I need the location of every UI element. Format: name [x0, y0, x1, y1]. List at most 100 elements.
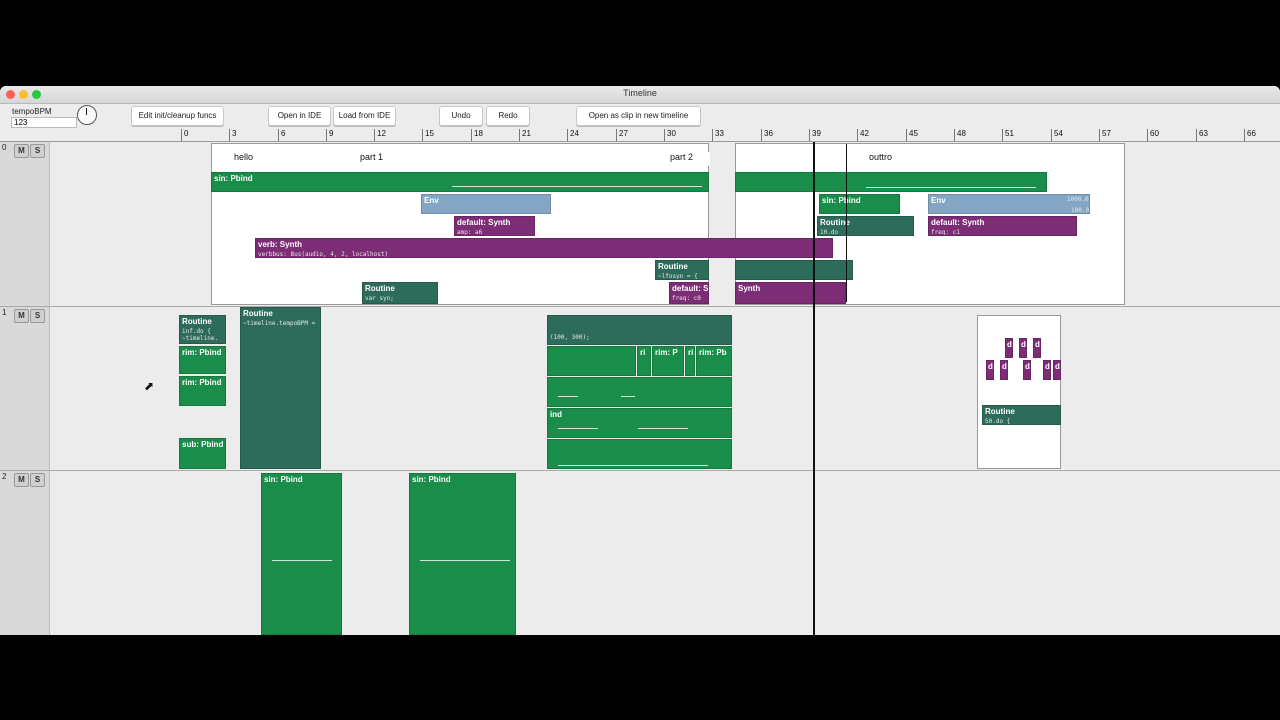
playhead[interactable]: [813, 142, 815, 635]
solo-button[interactable]: S: [30, 144, 45, 158]
sub-pbind-clip[interactable]: sub: Pbind: [179, 438, 226, 469]
clip-label: d: [1002, 362, 1007, 371]
event-line: [558, 465, 708, 466]
routine-clip[interactable]: (100, 300);: [547, 315, 732, 345]
clip-label: d: [1007, 340, 1012, 349]
routine-clip[interactable]: [735, 260, 853, 280]
clip-code: (100, 300);: [550, 334, 590, 341]
track-number: 1: [2, 308, 7, 317]
clip-code: 50.do {: [985, 418, 1011, 425]
default-synth-clip[interactable]: default: S freq: c0: [669, 282, 709, 304]
tempo-input[interactable]: 123: [11, 117, 77, 128]
rim-pbind-clip[interactable]: rim: Pbind: [179, 376, 226, 406]
clip-code: var syn;: [365, 295, 394, 302]
rim-pbind-clip[interactable]: ri: [637, 346, 651, 376]
env-clip[interactable]: Env: [421, 194, 551, 214]
section-marker-part2[interactable]: part 2: [667, 152, 710, 166]
rim-pbind-clip[interactable]: ri: [685, 346, 695, 376]
note-clip[interactable]: d: [1043, 360, 1051, 380]
note-clip[interactable]: d: [1033, 338, 1041, 358]
clip-label: Env: [931, 196, 946, 205]
default-synth-clip[interactable]: default: Synth amp: a6: [454, 216, 535, 236]
ruler-tick: 21: [519, 129, 531, 141]
time-ruler[interactable]: 0 3 6 9 12 15 18 21 24 27 30 33 36 39 42…: [0, 129, 1280, 142]
event-line: [272, 560, 332, 561]
ruler-tick: 27: [616, 129, 628, 141]
rim-pbind-clip[interactable]: rim: Pbind: [179, 346, 226, 374]
routine-clip[interactable]: Routine 10.do: [817, 216, 914, 236]
rim-pbind-clip[interactable]: rim: P: [652, 346, 684, 376]
clip-code: ~timeline.: [182, 335, 219, 342]
routine-clip[interactable]: Routine var syn;: [362, 282, 438, 304]
solo-button[interactable]: S: [30, 473, 45, 487]
default-synth-clip[interactable]: default: Synth freq: c1: [928, 216, 1077, 236]
nested-playhead: [846, 144, 847, 302]
routine-clip[interactable]: Routine inf.do { ~timeline.: [179, 315, 226, 344]
pbind-clip[interactable]: [547, 439, 732, 469]
sin-pbind-clip[interactable]: sin: Pbind: [819, 194, 900, 214]
redo-button[interactable]: Redo: [486, 106, 530, 126]
ruler-tick: 63: [1196, 129, 1208, 141]
ruler-tick: 15: [422, 129, 434, 141]
clip-label: ri: [688, 348, 694, 357]
pbind-clip[interactable]: ind: [547, 408, 732, 438]
tempo-knob[interactable]: [77, 105, 97, 125]
routine-clip[interactable]: Routine ~lfosyn = {: [655, 260, 709, 280]
clip-label: sin: Pbind: [822, 196, 861, 205]
ruler-tick: 45: [906, 129, 918, 141]
section-marker-hello[interactable]: hello: [231, 152, 342, 166]
pbind-clip[interactable]: [547, 377, 732, 407]
track-number: 0: [2, 143, 7, 152]
note-clip[interactable]: d: [1053, 360, 1061, 380]
sin-pbind-clip[interactable]: sin: Pbind: [409, 473, 516, 635]
env-clip[interactable]: Env 1000.0 100.0: [928, 194, 1090, 214]
section-marker-part1[interactable]: part 1: [357, 152, 660, 166]
open-as-clip-button[interactable]: Open as clip in new timeline: [576, 106, 701, 126]
ruler-tick: 39: [809, 129, 821, 141]
verb-synth-clip[interactable]: verb: Synth verbbus: Bus(audio, 4, 2, lo…: [255, 238, 833, 258]
ruler-tick: 48: [954, 129, 966, 141]
mouse-pointer-icon: ⬈: [144, 379, 155, 393]
rim-pbind-clip[interactable]: rim: Pb: [696, 346, 732, 376]
sin-pbind-clip[interactable]: sin: Pbind: [211, 172, 709, 192]
clip-label: d: [988, 362, 993, 371]
clip-label: ind: [550, 410, 562, 419]
note-clip[interactable]: d: [1005, 338, 1013, 358]
clip-label: Routine: [658, 262, 688, 271]
ruler-tick: 36: [761, 129, 773, 141]
clip-code: ~lfosyn = {: [658, 273, 698, 280]
mute-button[interactable]: M: [14, 144, 29, 158]
knob-indicator: [86, 108, 87, 115]
note-clip[interactable]: d: [1000, 360, 1008, 380]
routine-clip[interactable]: Routine 50.do {: [982, 405, 1061, 425]
ruler-tick: 18: [471, 129, 483, 141]
track-1[interactable]: 1 M S Routine inf.do { ~timeline. rim: P…: [0, 307, 1280, 471]
open-in-ide-button[interactable]: Open in IDE: [268, 106, 331, 126]
clip-label: d: [1021, 340, 1026, 349]
sin-pbind-clip[interactable]: [735, 172, 1047, 192]
track-2[interactable]: 2 M S sin: Pbind sin: Pbind: [0, 471, 1280, 635]
note-clip[interactable]: d: [986, 360, 994, 380]
load-from-ide-button[interactable]: Load from IDE: [333, 106, 396, 126]
track-0[interactable]: 0 M S hello part 1 part 2 outtro sin: Pb…: [0, 142, 1280, 307]
synth-clip[interactable]: Synth: [735, 282, 846, 304]
track-header: 1 M S: [0, 307, 50, 470]
clip-label: Routine: [985, 407, 1015, 416]
solo-button[interactable]: S: [30, 309, 45, 323]
sin-pbind-clip[interactable]: sin: Pbind: [261, 473, 342, 635]
edit-funcs-button[interactable]: Edit init/cleanup funcs: [131, 106, 224, 126]
pbind-clip[interactable]: [547, 346, 636, 376]
note-clip[interactable]: d: [1023, 360, 1031, 380]
nested-timeline-clip[interactable]: (100, 300); ri rim: P ri rim: Pb ind: [547, 307, 732, 469]
note-clip[interactable]: d: [1019, 338, 1027, 358]
section-marker-outro[interactable]: outtro: [866, 152, 1065, 166]
clip-label: Synth: [738, 284, 761, 293]
routine-clip[interactable]: Routine ~timeline.tempoBPM =: [240, 307, 321, 469]
nested-timeline-clip[interactable]: d d d d d d d d Routine 50.do {: [977, 315, 1061, 469]
clip-label: d: [1025, 362, 1030, 371]
undo-button[interactable]: Undo: [439, 106, 483, 126]
clip-args: freq: c1: [931, 229, 960, 236]
mute-button[interactable]: M: [14, 473, 29, 487]
mute-button[interactable]: M: [14, 309, 29, 323]
ruler-tick: 6: [278, 129, 285, 141]
